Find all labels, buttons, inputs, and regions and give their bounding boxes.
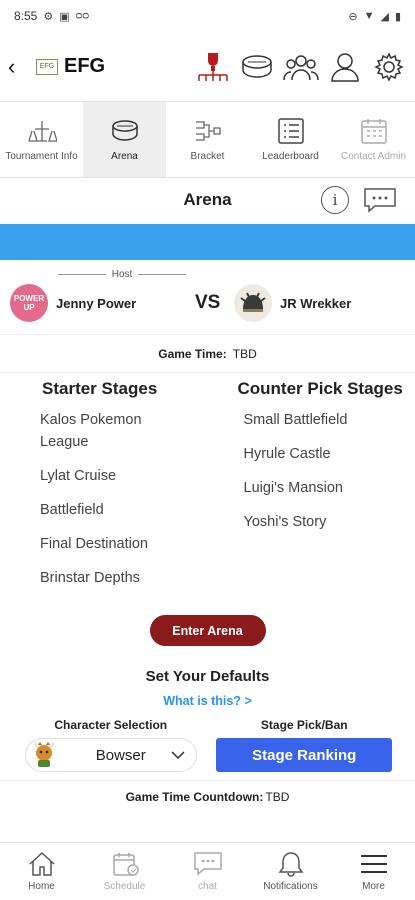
game-time: Game Time: TBD [0, 335, 415, 373]
nav-notifications[interactable]: Notifications [249, 843, 332, 900]
nav-label: Schedule [103, 881, 146, 892]
defaults-title: Set Your Defaults [145, 668, 270, 685]
enter-arena-button[interactable]: Enter Arena [149, 615, 266, 646]
character-value: Bowser [95, 746, 146, 764]
bottom-nav: Home Schedule chat Notifications More [0, 842, 415, 900]
stage-item: Small Battlefield [243, 412, 348, 428]
chevron-down-icon [171, 751, 185, 760]
tab-label: Contact Admin [340, 151, 407, 162]
vs-label: VS [195, 292, 221, 313]
tab-label: Bracket [190, 151, 225, 162]
countdown-value: TBD [265, 789, 290, 804]
tab-label: Leaderboard [262, 151, 319, 162]
player2-name: JR Wrekker [280, 295, 352, 311]
nav-more[interactable]: More [332, 843, 415, 900]
starter-stages-title: Starter Stages [42, 379, 158, 398]
wifi-icon: ▼ [363, 10, 375, 22]
org-name: EFG [64, 55, 106, 77]
counter-stages-title: Counter Pick Stages [237, 379, 403, 398]
tab-bar: Tournament Info Arena Bracket Leaderboar… [0, 102, 415, 178]
arena-icon [111, 120, 138, 141]
tab-label: Arena [111, 151, 138, 162]
stage-item: Brinstar Depths [40, 570, 140, 586]
tab-bracket[interactable]: Bracket [166, 102, 249, 177]
stage-item: Hyrule Castle [243, 446, 331, 462]
status-banner [0, 224, 415, 260]
stage-ranking-button[interactable]: Stage Ranking [216, 738, 393, 772]
host-label: Host [111, 268, 133, 280]
tournament-icon [27, 121, 57, 142]
character-select[interactable]: Bowser [24, 738, 197, 772]
nav-label: Notifications [263, 881, 318, 892]
player1-name: Jenny Power [56, 295, 137, 311]
defaults-row: Character Selection Bowser Stage Pick/Ba… [0, 718, 415, 772]
app-header: ‹ EFG EFG [0, 32, 415, 102]
tab-tournament-info[interactable]: Tournament Info [0, 102, 83, 177]
matchup: Host POWER UP Jenny Power VS JR Wrekker [0, 260, 415, 335]
nav-label: More [362, 881, 385, 892]
character-selection-label: Character Selection [54, 718, 168, 732]
stage-item: Lylat Cruise [40, 468, 117, 484]
image-icon: ▣ [59, 10, 70, 23]
tab-label: Tournament Info [5, 151, 78, 162]
title-row: Arena i [0, 178, 415, 222]
stage-pick-ban-label: Stage Pick/Ban [260, 718, 348, 732]
nav-label: Home [28, 881, 55, 892]
chat-bubble-icon[interactable] [363, 187, 397, 213]
nav-schedule[interactable]: Schedule [83, 843, 166, 900]
org-logo: EFG [36, 58, 58, 75]
starter-stages: Starter Stages Kalos Pokemon League Lyla… [0, 379, 224, 609]
schedule-icon [112, 853, 139, 876]
voicemail-icon: ᴑᴑ [75, 10, 90, 22]
profile-icon[interactable] [327, 49, 363, 85]
trophy-bracket-icon[interactable] [195, 49, 231, 85]
group-icon[interactable] [283, 49, 319, 85]
stage-item: Final Destination [40, 536, 148, 552]
stage-item: Luigi's Mansion [243, 480, 344, 496]
player1-avatar: POWER UP [10, 284, 48, 322]
gear-icon: ⚙ [43, 10, 54, 23]
menu-icon [360, 855, 387, 873]
status-time: 8:55 [14, 9, 38, 23]
stage-lists: Starter Stages Kalos Pokemon League Lyla… [0, 373, 415, 609]
stage-item: Yoshi's Story [243, 514, 327, 530]
tab-leaderboard[interactable]: Leaderboard [249, 102, 332, 177]
countdown-label: Game Time Countdown: [125, 789, 264, 804]
what-is-this-link[interactable]: What is this? > [0, 694, 415, 708]
game-time-label: Game Time: [158, 346, 227, 361]
nav-home[interactable]: Home [0, 843, 83, 900]
leaderboard-icon [277, 118, 304, 144]
nav-chat[interactable]: chat [166, 843, 249, 900]
stage-item: Battlefield [40, 502, 104, 518]
stage-item: Kalos Pokemon League [40, 412, 142, 450]
tab-contact-admin[interactable]: Contact Admin [332, 102, 415, 177]
battery-icon: ▮ [394, 10, 401, 23]
tab-arena[interactable]: Arena [83, 102, 166, 177]
bowser-icon [32, 742, 55, 767]
bell-icon [278, 852, 303, 877]
arena-header-icon[interactable] [239, 49, 275, 85]
player2-avatar [234, 284, 272, 322]
calendar-icon [360, 119, 387, 144]
info-icon[interactable]: i [321, 186, 349, 214]
settings-gear-icon[interactable] [371, 49, 407, 85]
back-button[interactable]: ‹ [8, 54, 30, 80]
signal-icon: ◢ [380, 10, 389, 23]
game-time-countdown: Game Time Countdown: TBD [0, 780, 415, 812]
counter-pick-stages: Counter Pick Stages Small Battlefield Hy… [224, 379, 415, 609]
player2[interactable]: JR Wrekker [234, 284, 351, 322]
status-bar: 8:55 ⚙ ▣ ᴑᴑ ⊖ ▼ ◢ ▮ [0, 0, 415, 32]
player1[interactable]: POWER UP Jenny Power [10, 284, 136, 322]
dnd-icon: ⊖ [348, 10, 358, 23]
bracket-icon [195, 121, 221, 141]
home-icon [28, 851, 55, 876]
chat-icon [193, 852, 222, 876]
game-time-value: TBD [232, 346, 257, 361]
page-title: Arena [183, 190, 232, 209]
nav-label: chat [198, 881, 217, 892]
host-indicator: Host [58, 268, 186, 280]
